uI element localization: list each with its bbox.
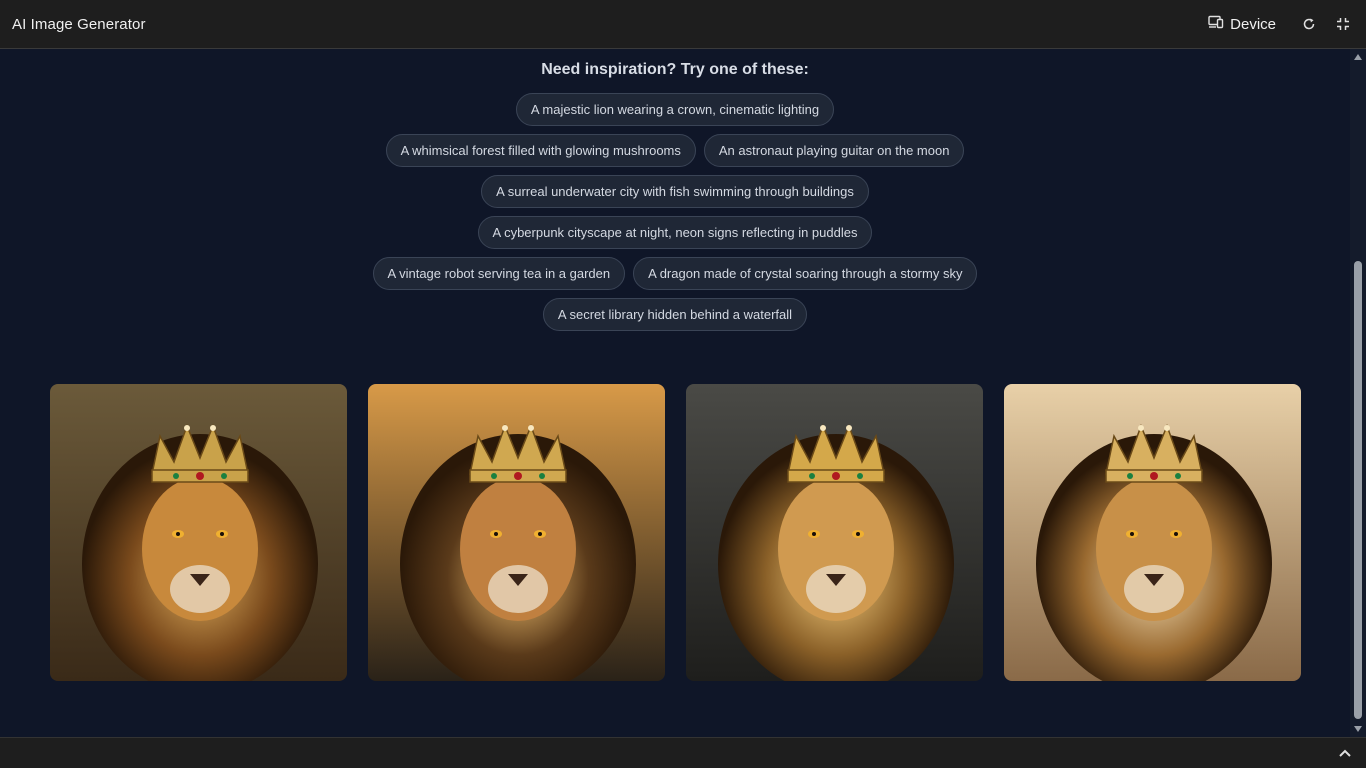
device-button[interactable]: Device bbox=[1208, 15, 1276, 33]
device-icon bbox=[1208, 15, 1224, 33]
app-title: AI Image Generator bbox=[12, 15, 146, 33]
scroll-up-arrow-icon[interactable] bbox=[1354, 54, 1362, 60]
chip-row: A vintage robot serving tea in a garden A… bbox=[0, 257, 1350, 290]
suggestion-chip[interactable]: A whimsical forest filled with glowing m… bbox=[385, 134, 696, 167]
refresh-icon[interactable] bbox=[1300, 15, 1318, 33]
chevron-up-icon[interactable] bbox=[1338, 747, 1352, 759]
suggestion-chip[interactable]: A dragon made of crystal soaring through… bbox=[633, 257, 978, 290]
suggestion-chip[interactable]: A surreal underwater city with fish swim… bbox=[481, 175, 869, 208]
generated-image[interactable] bbox=[368, 384, 665, 681]
generated-image[interactable] bbox=[686, 384, 983, 681]
chip-row: A secret library hidden behind a waterfa… bbox=[0, 298, 1350, 331]
top-actions: Device bbox=[1208, 15, 1352, 33]
generated-image[interactable] bbox=[1004, 384, 1301, 681]
scrollbar[interactable] bbox=[1350, 49, 1366, 737]
generated-image[interactable] bbox=[50, 384, 347, 681]
suggestion-chip[interactable]: A majestic lion wearing a crown, cinemat… bbox=[515, 93, 835, 126]
suggestion-chip[interactable]: A cyberpunk cityscape at night, neon sig… bbox=[477, 216, 873, 249]
chip-row: A surreal underwater city with fish swim… bbox=[0, 175, 1350, 208]
chip-row: A majestic lion wearing a crown, cinemat… bbox=[0, 93, 1350, 126]
lion-image bbox=[1004, 384, 1301, 681]
image-gallery bbox=[50, 384, 1301, 681]
main-content: Need inspiration? Try one of these: A ma… bbox=[0, 49, 1350, 737]
bottom-bar bbox=[0, 737, 1366, 768]
lion-image bbox=[50, 384, 347, 681]
top-bar: AI Image Generator Device bbox=[0, 0, 1366, 49]
suggestion-chip[interactable]: An astronaut playing guitar on the moon bbox=[703, 134, 965, 167]
chip-row: A whimsical forest filled with glowing m… bbox=[0, 134, 1350, 167]
inspiration-title: Need inspiration? Try one of these: bbox=[541, 61, 809, 78]
scroll-down-arrow-icon[interactable] bbox=[1354, 726, 1362, 732]
device-label: Device bbox=[1230, 15, 1276, 33]
lion-image bbox=[686, 384, 983, 681]
suggestion-chips: A majestic lion wearing a crown, cinemat… bbox=[0, 93, 1350, 339]
collapse-icon[interactable] bbox=[1334, 15, 1352, 33]
suggestion-chip[interactable]: A secret library hidden behind a waterfa… bbox=[542, 298, 808, 331]
chip-row: A cyberpunk cityscape at night, neon sig… bbox=[0, 216, 1350, 249]
lion-image bbox=[368, 384, 665, 681]
suggestion-chip[interactable]: A vintage robot serving tea in a garden bbox=[372, 257, 626, 290]
scroll-thumb[interactable] bbox=[1354, 261, 1362, 719]
